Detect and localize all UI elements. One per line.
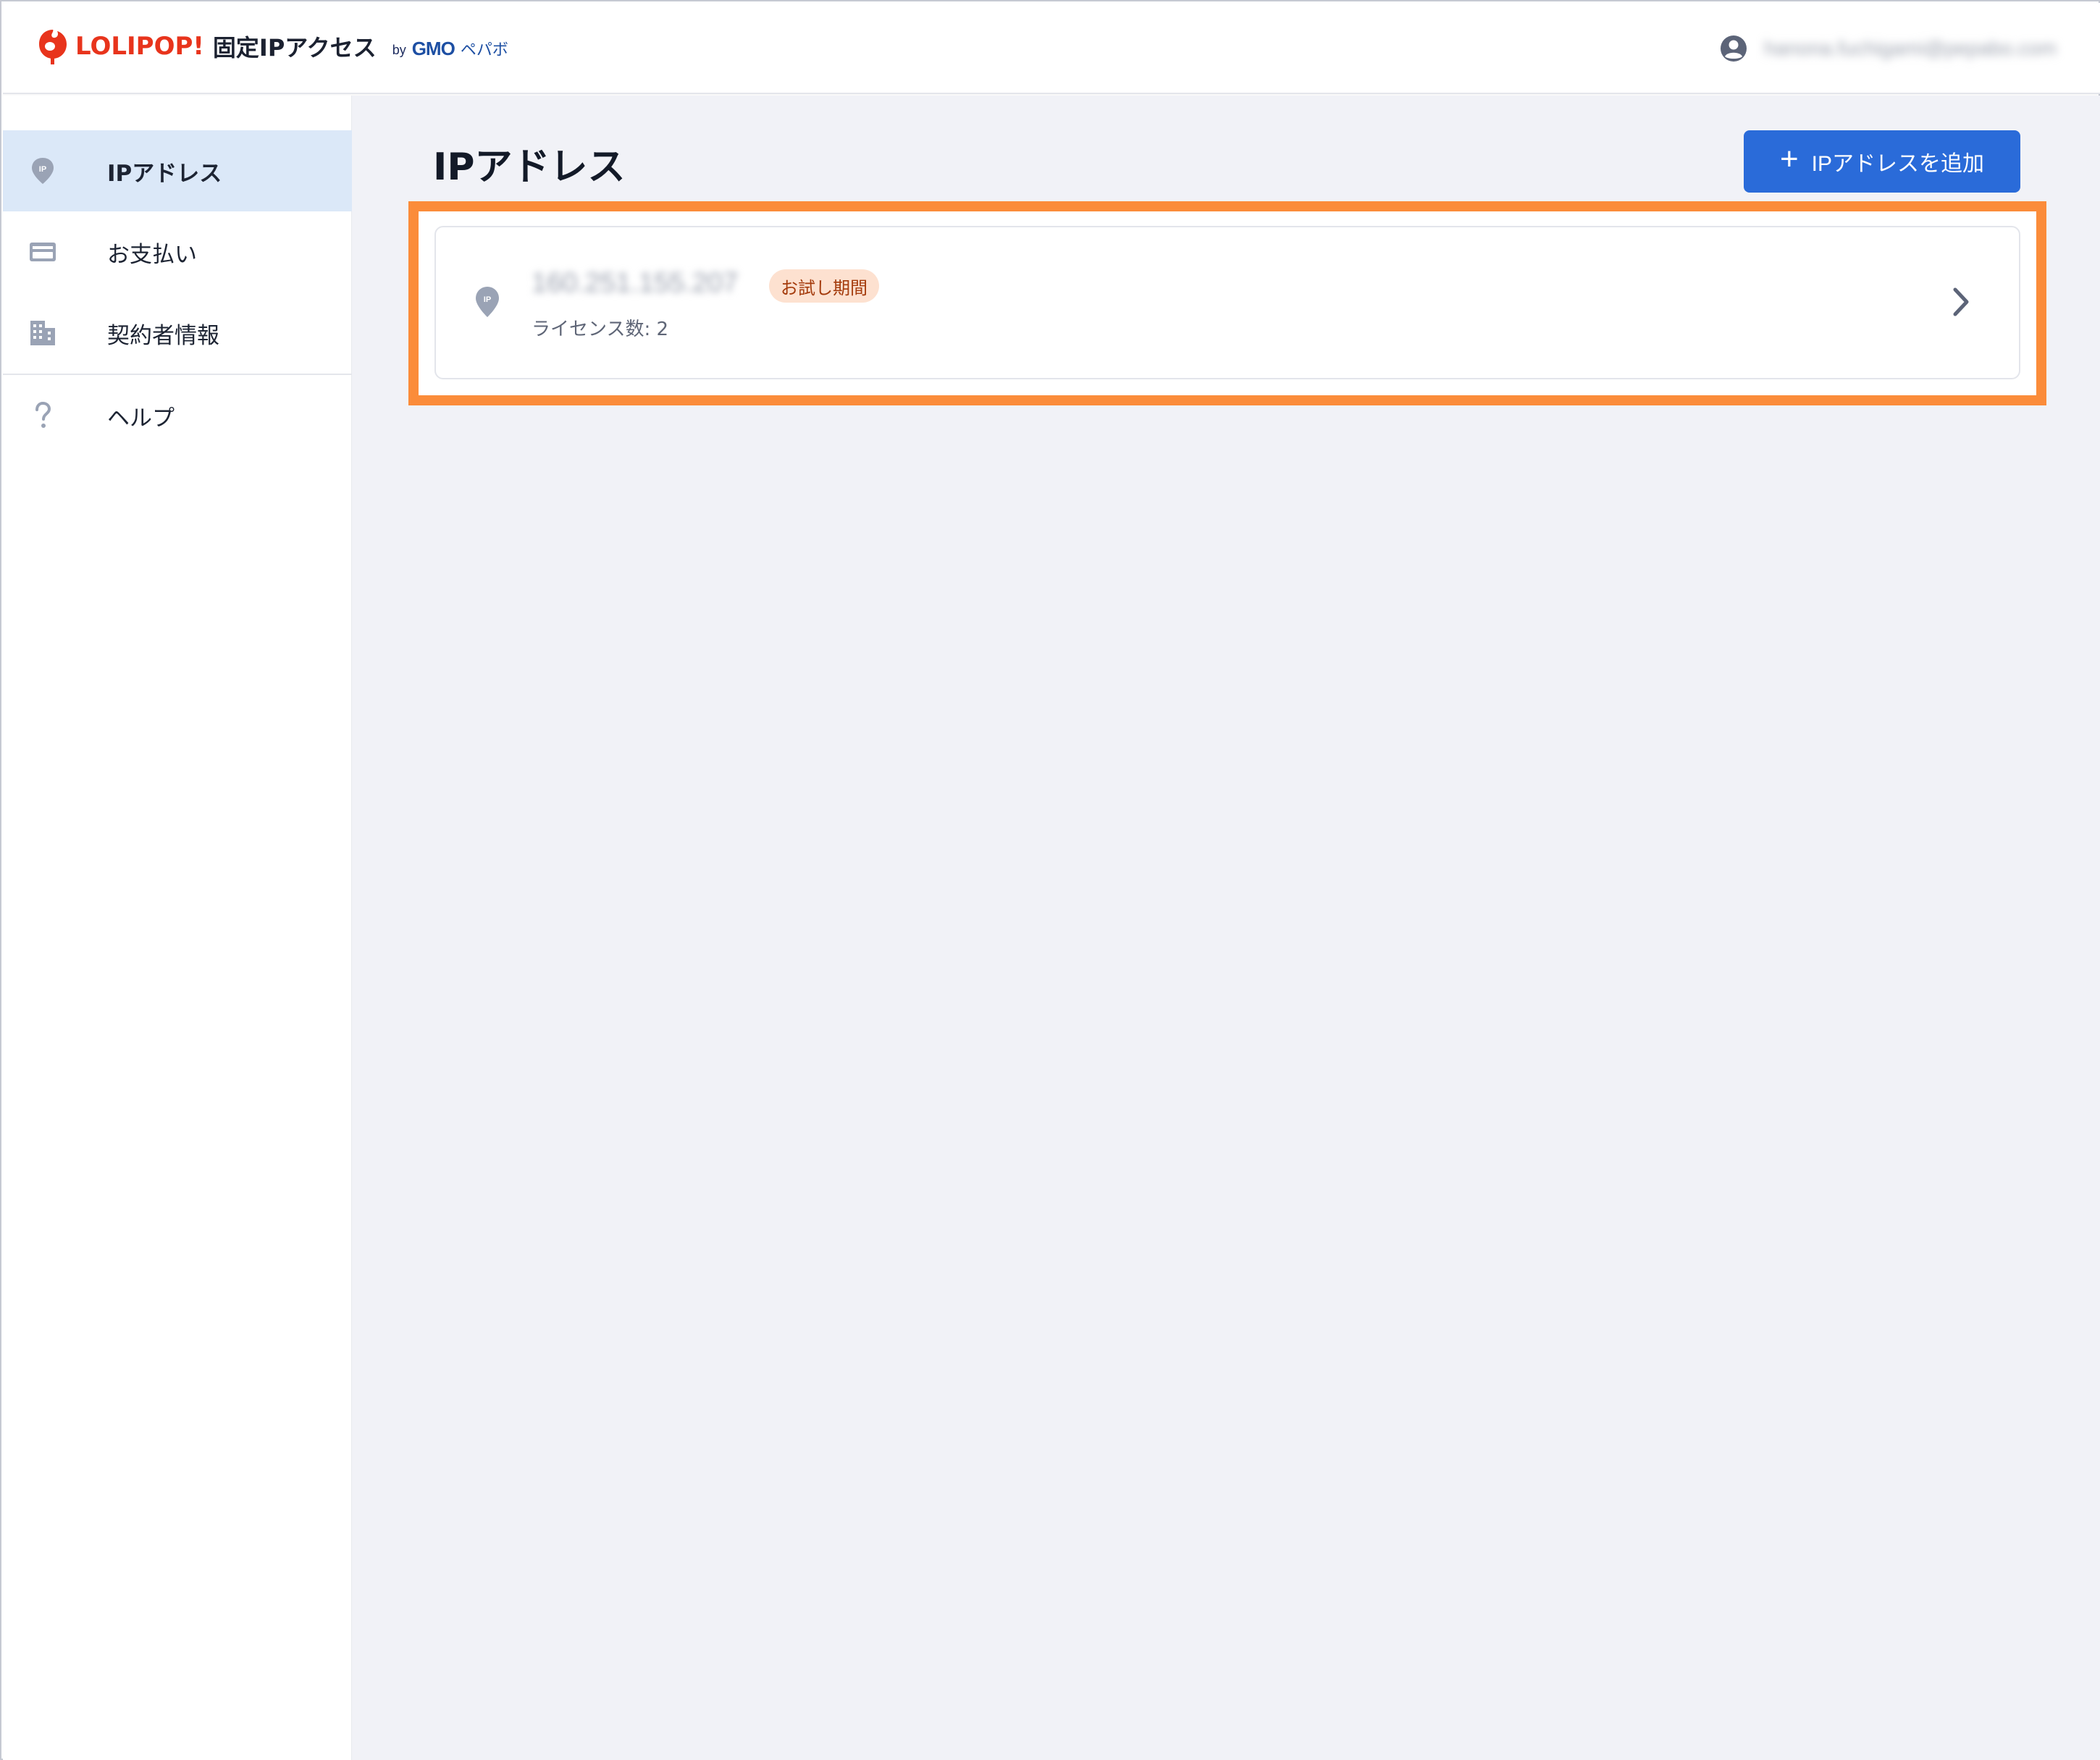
app-window: LOLIPOP! 固定IPアクセス by GMO ペパボ hanona.fuch…	[0, 0, 2100, 1760]
building-icon	[30, 321, 55, 345]
sidebar-item-ip-address[interactable]: IP IPアドレス	[3, 130, 352, 211]
trial-status-badge: お試し期間	[769, 269, 879, 303]
lollipop-logo-icon	[39, 30, 67, 64]
user-email: hanona.fuchigami@pepabo.com	[1764, 37, 2057, 59]
sidebar-item-label: 契約者情報	[107, 322, 219, 349]
company-name: GMO	[411, 37, 455, 59]
add-ip-address-label: IPアドレスを追加	[1811, 152, 1985, 176]
sidebar-item-help[interactable]: ヘルプ	[3, 375, 352, 456]
sidebar-item-contractor[interactable]: 契約者情報	[3, 292, 352, 374]
sidebar-item-label: お支払い	[107, 241, 197, 268]
add-ip-address-button[interactable]: + IPアドレスを追加	[1744, 130, 2020, 193]
ip-pin-icon: IP	[32, 158, 54, 184]
ip-address-card[interactable]: IP 160.251.155.207 お試し期間 ライセンス数: 2	[434, 226, 2020, 379]
ip-pin-icon: IP	[476, 287, 499, 317]
sidebar-item-label: ヘルプ	[107, 405, 175, 431]
company-suffix: ペパボ	[460, 41, 508, 59]
page-title: IPアドレス	[433, 146, 626, 189]
brand-name: LOLIPOP!	[75, 32, 204, 61]
ip-address-value: 160.251.155.207	[532, 268, 739, 298]
plus-icon: +	[1779, 141, 1799, 177]
by-label: by	[392, 42, 406, 57]
user-menu[interactable]: hanona.fuchigami@pepabo.com	[1719, 30, 2057, 67]
svg-text:IP: IP	[39, 165, 46, 174]
logo[interactable]: LOLIPOP! 固定IPアクセス by GMO ペパボ	[36, 23, 508, 70]
license-count: ライセンス数: 2	[532, 319, 669, 340]
product-name: 固定IPアクセス	[212, 34, 377, 62]
sidebar-item-label: IPアドレス	[107, 160, 222, 187]
svg-text:IP: IP	[484, 295, 491, 304]
credit-card-icon	[30, 243, 56, 261]
sidebar: IP IPアドレス お支払い 契約者情報 ヘルプ	[3, 96, 352, 1760]
chevron-right-icon	[1953, 287, 1969, 316]
top-header: LOLIPOP! 固定IPアクセス by GMO ペパボ hanona.fuch…	[3, 3, 2100, 94]
question-icon	[35, 401, 51, 428]
user-avatar-icon	[1721, 35, 1747, 62]
sidebar-item-payment[interactable]: お支払い	[3, 211, 352, 292]
main-content: IPアドレス + IPアドレスを追加 IP 160.251.155.207 お試…	[352, 96, 2100, 1760]
